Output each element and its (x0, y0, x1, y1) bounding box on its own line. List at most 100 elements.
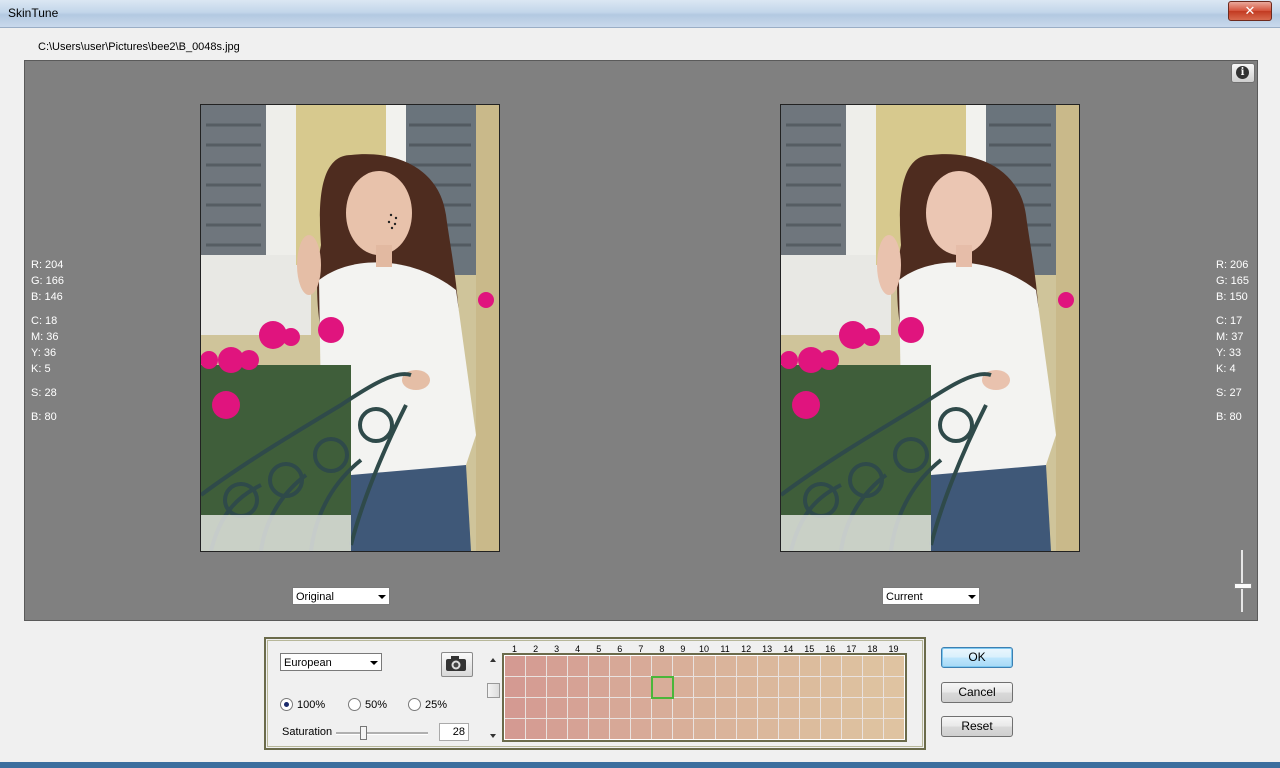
title-bar[interactable]: SkinTune ✕ (0, 0, 1280, 28)
tone-cell[interactable] (862, 719, 883, 739)
tone-cell[interactable] (883, 698, 904, 718)
selected-tone-cell[interactable] (651, 676, 675, 699)
radio-25-circle[interactable] (408, 698, 421, 711)
tone-cell[interactable] (568, 677, 589, 697)
tone-cell[interactable] (526, 656, 547, 676)
tone-cell[interactable] (841, 719, 862, 739)
tone-cell[interactable] (673, 698, 694, 718)
tone-cell[interactable] (778, 656, 799, 676)
tone-cell[interactable] (547, 698, 568, 718)
tone-cell[interactable] (610, 677, 631, 697)
tone-cell[interactable] (568, 656, 589, 676)
saturation-slider[interactable] (336, 725, 428, 741)
tone-cell[interactable] (589, 656, 610, 676)
zoom-slider-thumb[interactable] (1234, 583, 1252, 589)
tone-grid-scrollbar[interactable] (487, 654, 500, 742)
tone-cell[interactable] (547, 719, 568, 739)
tone-cell[interactable] (673, 656, 694, 676)
original-view-select[interactable]: Original (292, 587, 390, 605)
tone-cell[interactable] (673, 719, 694, 739)
radio-100-circle[interactable] (280, 698, 293, 711)
tone-cell[interactable] (883, 656, 904, 676)
tone-cell[interactable] (505, 677, 526, 697)
saturation-slider-thumb[interactable] (360, 726, 367, 740)
tone-cell[interactable] (652, 698, 673, 718)
radio-100[interactable]: 100% (280, 698, 325, 711)
tone-cell[interactable] (799, 698, 820, 718)
tone-cell[interactable] (862, 656, 883, 676)
skin-tone-cells[interactable] (505, 656, 904, 739)
tone-cell[interactable] (631, 656, 652, 676)
tone-cell[interactable] (736, 698, 757, 718)
ok-button[interactable]: OK (941, 647, 1013, 668)
info-button[interactable]: i (1231, 63, 1255, 83)
tone-cell[interactable] (715, 656, 736, 676)
tone-cell[interactable] (526, 698, 547, 718)
tone-cell[interactable] (652, 719, 673, 739)
scroll-down-icon[interactable] (490, 734, 496, 738)
tone-cell[interactable] (862, 677, 883, 697)
tone-cell[interactable] (820, 677, 841, 697)
tone-cell[interactable] (799, 677, 820, 697)
tone-cell[interactable] (841, 677, 862, 697)
zoom-slider[interactable] (1234, 550, 1252, 612)
tone-cell[interactable] (694, 656, 715, 676)
tone-cell[interactable] (631, 719, 652, 739)
cancel-button[interactable]: Cancel (941, 682, 1013, 703)
tone-cell[interactable] (778, 698, 799, 718)
tone-cell[interactable] (589, 719, 610, 739)
original-photo[interactable] (200, 104, 500, 552)
tone-cell[interactable] (505, 698, 526, 718)
tone-cell[interactable] (820, 656, 841, 676)
scroll-thumb[interactable] (487, 683, 500, 698)
tone-cell[interactable] (505, 719, 526, 739)
tone-cell[interactable] (694, 677, 715, 697)
tone-cell[interactable] (799, 719, 820, 739)
tone-cell[interactable] (568, 698, 589, 718)
radio-25[interactable]: 25% (408, 698, 447, 711)
tone-cell[interactable] (694, 719, 715, 739)
tone-cell[interactable] (820, 719, 841, 739)
tone-cell[interactable] (715, 698, 736, 718)
tone-cell[interactable] (757, 698, 778, 718)
tone-cell[interactable] (547, 677, 568, 697)
tone-cell[interactable] (862, 698, 883, 718)
tone-cell[interactable] (841, 698, 862, 718)
tone-cell[interactable] (715, 677, 736, 697)
tone-cell[interactable] (652, 656, 673, 676)
tone-cell[interactable] (547, 656, 568, 676)
tone-cell[interactable] (841, 656, 862, 676)
radio-50-circle[interactable] (348, 698, 361, 711)
tone-cell[interactable] (820, 698, 841, 718)
tone-cell[interactable] (736, 656, 757, 676)
ethnicity-select[interactable]: European (280, 653, 382, 671)
eyedropper-camera-button[interactable] (441, 652, 473, 677)
current-view-select[interactable]: Current (882, 587, 980, 605)
scroll-up-icon[interactable] (490, 658, 496, 662)
tone-cell[interactable] (673, 677, 694, 697)
skin-tone-grid[interactable] (502, 653, 907, 742)
tone-cell[interactable] (757, 719, 778, 739)
tone-cell[interactable] (757, 656, 778, 676)
tone-cell[interactable] (715, 719, 736, 739)
tone-cell[interactable] (757, 677, 778, 697)
tone-cell[interactable] (526, 677, 547, 697)
tone-cell[interactable] (568, 719, 589, 739)
current-photo[interactable] (780, 104, 1080, 552)
close-button[interactable]: ✕ (1228, 1, 1272, 21)
tone-cell[interactable] (610, 698, 631, 718)
tone-cell[interactable] (631, 698, 652, 718)
tone-cell[interactable] (526, 719, 547, 739)
saturation-value-field[interactable]: 28 (439, 723, 469, 741)
tone-cell[interactable] (778, 719, 799, 739)
tone-cell[interactable] (694, 698, 715, 718)
tone-cell[interactable] (778, 677, 799, 697)
tone-cell[interactable] (610, 656, 631, 676)
tone-cell[interactable] (589, 677, 610, 697)
tone-cell[interactable] (589, 698, 610, 718)
tone-cell[interactable] (631, 677, 652, 697)
tone-cell[interactable] (799, 656, 820, 676)
tone-cell[interactable] (610, 719, 631, 739)
tone-cell[interactable] (505, 656, 526, 676)
tone-cell[interactable] (883, 719, 904, 739)
